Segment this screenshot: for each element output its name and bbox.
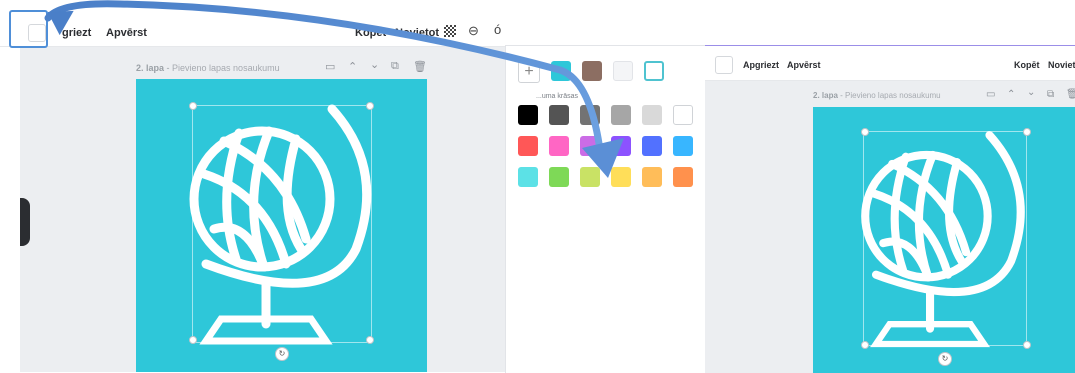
default-color-swatch[interactable] (549, 167, 569, 187)
resize-handle-tr[interactable] (366, 102, 374, 110)
default-color-swatch[interactable] (518, 167, 538, 187)
selection-box (863, 131, 1027, 346)
chevron-up-icon[interactable]: ⌃ (348, 60, 357, 73)
resize-handle-br[interactable] (366, 336, 374, 344)
copy-style-button[interactable]: Kopēt (1014, 60, 1040, 70)
page-title: 2. lapa - Pievieno lapas nosaukumu (136, 63, 280, 73)
design-canvas[interactable] (136, 79, 427, 372)
default-color-swatch[interactable] (580, 167, 600, 187)
default-color-swatch[interactable] (549, 136, 569, 156)
default-color-swatch[interactable] (642, 105, 662, 125)
default-color-swatch[interactable] (549, 105, 569, 125)
default-color-swatch[interactable] (518, 105, 538, 125)
right-workspace: 2. lapa - Pievieno lapas nosaukumu ▭ ⌃ ⌄… (705, 81, 1075, 373)
default-color-swatch[interactable] (611, 105, 631, 125)
default-color-swatch[interactable] (673, 167, 693, 187)
color-swatch-button[interactable] (715, 56, 733, 74)
page-title-placeholder[interactable]: Pievieno lapas nosaukumu (845, 91, 941, 100)
default-color-swatch[interactable] (642, 167, 662, 187)
rotate-icon[interactable]: ↻ (938, 352, 952, 366)
flip-button[interactable]: Apvērst (106, 27, 147, 39)
position-button[interactable]: Novietot (395, 27, 439, 39)
resize-handle-tl[interactable] (189, 102, 197, 110)
document-color-swatch[interactable] (551, 61, 571, 81)
plus-icon[interactable]: + (518, 61, 540, 83)
rotate-icon[interactable]: ↻ (275, 347, 289, 361)
left-edge-area (0, 47, 20, 372)
right-editor-panel: Apgriezt Apvērst Kopēt Noviet 2. lapa - … (705, 45, 1075, 373)
page-title: 2. lapa - Pievieno lapas nosaukumu (813, 91, 941, 100)
page-number: 2. lapa (136, 63, 165, 73)
chevron-up-icon[interactable]: ⌃ (1007, 89, 1015, 100)
default-color-swatch[interactable] (673, 136, 693, 156)
more-icon[interactable]: ó (494, 22, 501, 37)
default-colors-label: ...uma krāsas (536, 93, 579, 100)
default-color-swatch[interactable] (611, 136, 631, 156)
duplicate-icon[interactable]: ⧉ (1047, 89, 1054, 100)
crop-button[interactable]: Apgriezt (743, 60, 779, 70)
left-editor-panel: griezt Apvērst Kopēt Novietot ⊖ ó 2. lap… (0, 0, 505, 372)
trash-icon[interactable]: 🗑 (413, 60, 427, 73)
default-color-swatch[interactable] (673, 105, 693, 125)
default-color-swatch[interactable] (580, 105, 600, 125)
transparency-icon[interactable] (444, 25, 456, 37)
right-toolbar: Apgriezt Apvērst Kopēt Noviet (705, 46, 1075, 81)
default-color-swatch[interactable] (580, 136, 600, 156)
design-canvas[interactable] (813, 107, 1075, 373)
highlight-box (9, 10, 48, 48)
resize-handle-br[interactable] (1023, 341, 1031, 349)
comment-icon[interactable]: ▭ (325, 60, 335, 73)
trash-icon[interactable]: 🗑 (1066, 89, 1075, 100)
left-toolbar: griezt Apvērst Kopēt Novietot ⊖ ó (0, 0, 505, 47)
default-color-swatch[interactable] (611, 167, 631, 187)
resize-handle-bl[interactable] (861, 341, 869, 349)
default-color-swatch[interactable] (518, 136, 538, 156)
resize-handle-bl[interactable] (189, 336, 197, 344)
selection-box (192, 105, 372, 343)
flip-button[interactable]: Apvērst (787, 60, 821, 70)
comment-icon[interactable]: ▭ (986, 89, 995, 100)
crop-button[interactable]: griezt (62, 27, 91, 39)
side-panel-toggle[interactable] (20, 198, 30, 246)
duplicate-icon[interactable]: ⧉ (391, 60, 399, 73)
left-workspace: 2. lapa - Pievieno lapas nosaukumu ▭ ⌃ ⌄… (20, 47, 505, 372)
page-number: 2. lapa (813, 91, 838, 100)
resize-handle-tl[interactable] (861, 128, 869, 136)
copy-style-button[interactable]: Kopēt (355, 27, 386, 39)
document-color-swatch[interactable] (644, 61, 664, 81)
link-icon[interactable]: ⊖ (468, 23, 479, 39)
default-color-swatch[interactable] (642, 136, 662, 156)
document-color-swatch[interactable] (582, 61, 602, 81)
resize-handle-tr[interactable] (1023, 128, 1031, 136)
chevron-down-icon[interactable]: ⌄ (1027, 87, 1035, 98)
page-title-placeholder[interactable]: Pievieno lapas nosaukumu (172, 63, 280, 73)
color-palette-panel: + ...uma krāsas (505, 45, 706, 373)
chevron-down-icon[interactable]: ⌄ (370, 58, 379, 71)
document-color-swatch[interactable] (613, 61, 633, 81)
position-button[interactable]: Noviet (1048, 60, 1075, 70)
